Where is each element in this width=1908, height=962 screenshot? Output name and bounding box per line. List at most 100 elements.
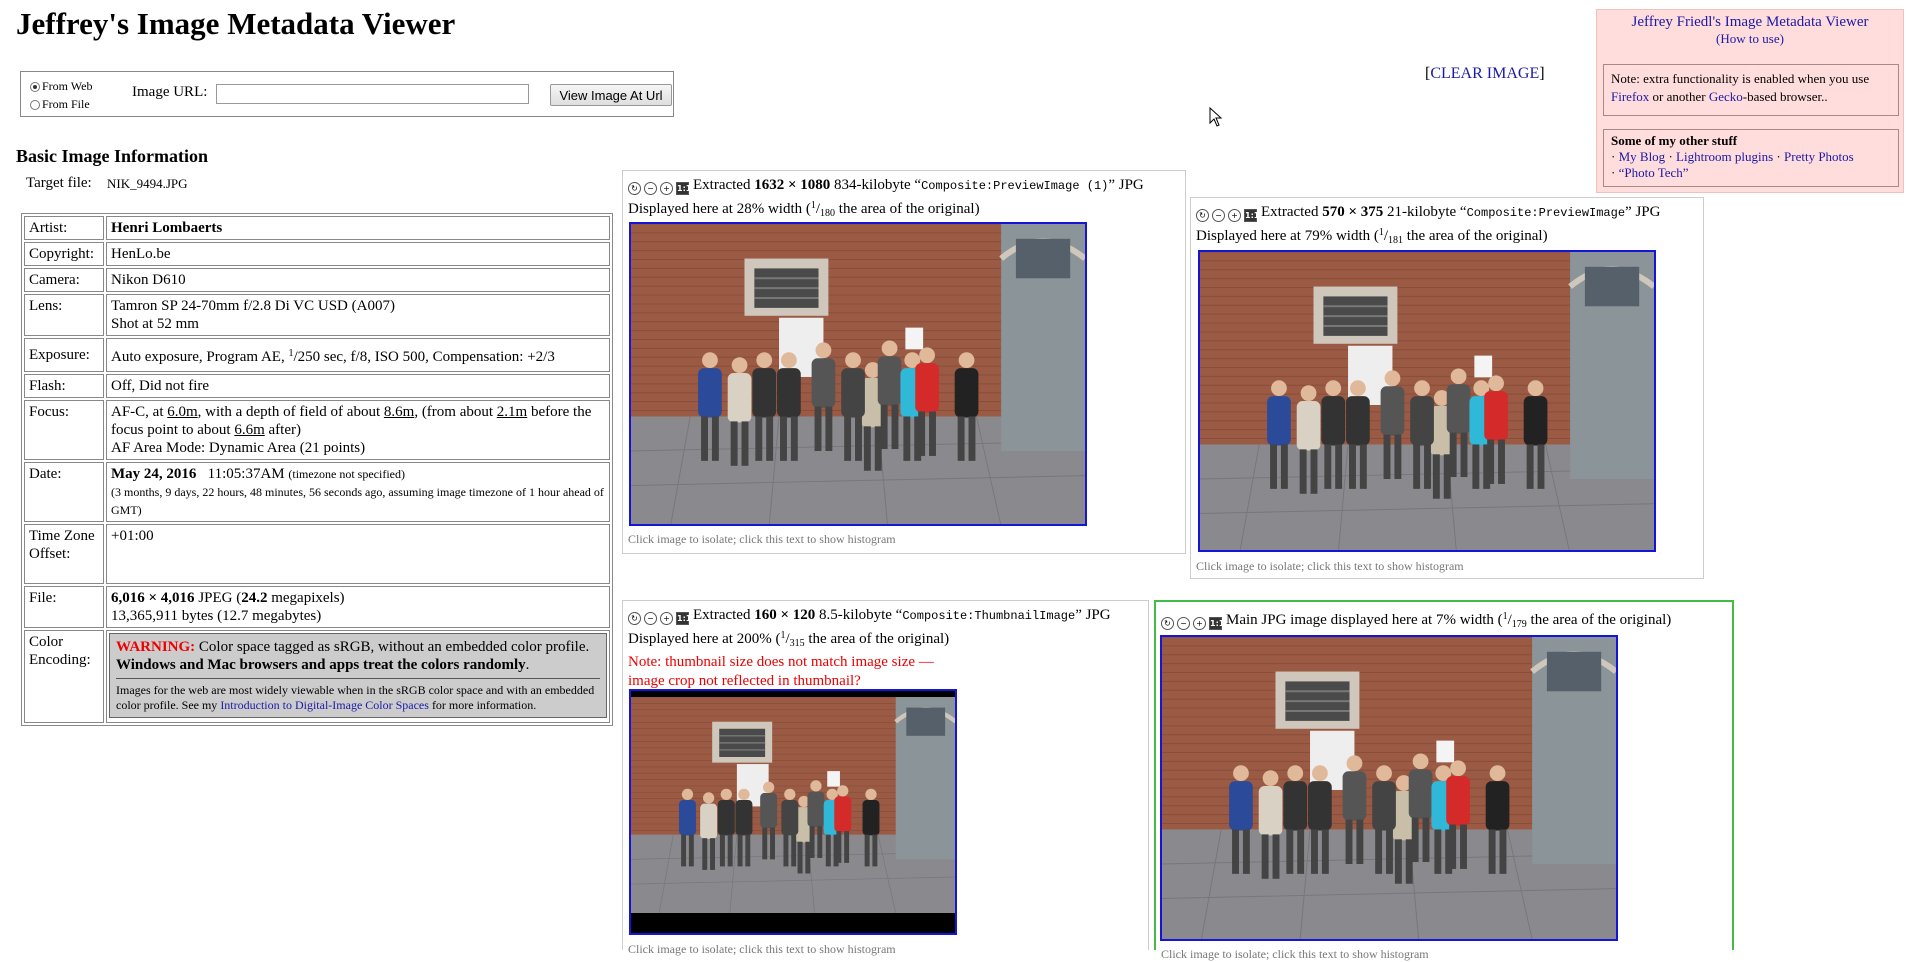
actual-size-icon[interactable]: 1:1 xyxy=(676,612,691,625)
preview-photo[interactable] xyxy=(1198,250,1656,552)
zoom-in-icon[interactable]: + xyxy=(1228,209,1241,222)
clear-image-link-wrap: [CLEAR IMAGE] xyxy=(1425,65,1545,83)
pretty-photos-link[interactable]: Pretty Photos xyxy=(1784,149,1854,164)
separator: · xyxy=(1611,165,1616,180)
fraction-numerator: 1 xyxy=(1378,227,1384,238)
image-type: ” JPG xyxy=(1108,177,1144,193)
color-spaces-link[interactable]: Introduction to Digital-Image Color Spac… xyxy=(220,698,429,712)
table-row: Camera: Nikon D610 xyxy=(24,268,610,292)
image-size: 834-kilobyte “ xyxy=(830,177,922,193)
radio-empty-icon[interactable] xyxy=(30,99,40,110)
group-photo-image xyxy=(1200,252,1654,550)
bracket-close: ] xyxy=(1539,65,1545,82)
basic-info-heading: Basic Image Information xyxy=(16,146,208,166)
artist-value: Henri Lombaerts xyxy=(111,220,223,236)
main-image-panel: ↻ − +1:1 Main JPG image displayed here at 7… xyxy=(1154,600,1734,961)
metadata-table: Artist: Henri Lombaerts Copyright: HenLo.b… xyxy=(21,213,613,726)
preview-image-panel-2: ↻ − +1:1 Extracted 570 × 375 21-kilobyte “C… xyxy=(1190,197,1704,579)
zoom-in-icon[interactable]: + xyxy=(1193,617,1206,630)
file-label: File: xyxy=(24,586,104,628)
table-row: Focus: AF-C, at 6.0m, with a depth of fi… xyxy=(24,400,610,460)
display-area: the area of the original) xyxy=(1403,228,1548,244)
zoom-out-icon[interactable]: − xyxy=(1212,209,1225,222)
image-size: 21-kilobyte “ xyxy=(1383,204,1467,220)
fraction-denominator: 179 xyxy=(1511,619,1527,630)
rotate-icon[interactable]: ↻ xyxy=(1196,209,1209,222)
table-row: Time Zone Offset: +01:00 xyxy=(24,524,610,584)
radio-selected-icon[interactable] xyxy=(30,81,40,92)
main-photo[interactable] xyxy=(1160,635,1618,941)
lightroom-plugins-link[interactable]: Lightroom plugins xyxy=(1676,149,1773,164)
table-row: Exposure: Auto exposure, Program AE, 1/25… xyxy=(24,338,610,372)
flash-label: Flash: xyxy=(24,374,104,398)
other-stuff-box: Some of my other stuff · My Blog · Light… xyxy=(1603,129,1899,187)
gecko-link[interactable]: Gecko xyxy=(1709,89,1743,104)
thumbnail-mismatch-note: Note: thumbnail size does not match imag… xyxy=(628,654,934,689)
extracted-text: Extracted xyxy=(693,607,755,623)
image-size: 8.5-kilobyte “ xyxy=(815,607,903,623)
firefox-link[interactable]: Firefox xyxy=(1611,89,1649,104)
view-image-button[interactable]: View Image At Url xyxy=(550,84,672,106)
extracted-text: Extracted xyxy=(1261,204,1323,220)
photo-tech-link[interactable]: “Photo Tech” xyxy=(1619,165,1689,180)
zoom-out-icon[interactable]: − xyxy=(644,612,657,625)
zoom-out-icon[interactable]: − xyxy=(1177,617,1190,630)
file-bytes: 13,365,911 bytes (12.7 megabytes) xyxy=(111,608,322,624)
zoom-in-icon[interactable]: + xyxy=(660,182,673,195)
zoom-out-icon[interactable]: − xyxy=(644,182,657,195)
group-photo-image xyxy=(631,697,955,913)
from-web-radio[interactable]: From Web xyxy=(30,79,92,94)
fraction-numerator: 1 xyxy=(780,630,786,641)
display-area: the area of the original) xyxy=(804,631,950,647)
near-distance: 2.1m xyxy=(496,404,528,420)
table-row: Artist: Henri Lombaerts xyxy=(24,216,610,240)
from-file-radio[interactable]: From File xyxy=(30,97,90,112)
image-tag: Composite:ThumbnailImage xyxy=(902,609,1076,623)
browser-note: Note: extra functionality is enabled whe… xyxy=(1603,64,1899,116)
file-mp-unit: megapixels) xyxy=(267,590,345,606)
table-row: Copyright: HenLo.be xyxy=(24,242,610,266)
from-web-label: From Web xyxy=(42,79,93,93)
display-scale: Displayed here at 200% ( xyxy=(628,631,781,647)
date-ago: (3 months, 9 days, 22 hours, 48 minutes,… xyxy=(111,485,604,517)
thumbnail-photo[interactable] xyxy=(629,689,957,935)
target-file-label: Target file: xyxy=(26,175,92,191)
histogram-caption[interactable]: Click image to isolate; click this text … xyxy=(628,532,896,547)
histogram-caption[interactable]: Click image to isolate; click this text … xyxy=(1196,559,1464,574)
from-file-label: From File xyxy=(42,97,90,111)
preview-photo[interactable] xyxy=(629,222,1087,526)
actual-size-icon[interactable]: 1:1 xyxy=(676,182,691,195)
actual-size-icon[interactable]: 1:1 xyxy=(1209,617,1224,630)
my-blog-link[interactable]: My Blog xyxy=(1619,149,1666,164)
group-photo-image xyxy=(631,224,1085,524)
rotate-icon[interactable]: ↻ xyxy=(628,182,641,195)
rotate-icon[interactable]: ↻ xyxy=(1161,617,1174,630)
histogram-caption[interactable]: Click image to isolate; click this text … xyxy=(1161,947,1429,962)
preview-image-panel-1: ↻ − +1:1 Extracted 1632 × 1080 834-kilobyte… xyxy=(622,170,1186,554)
table-row: Date: May 24, 2016 11:05:37AM (timezone … xyxy=(24,462,610,522)
display-scale: Displayed here at 79% width ( xyxy=(1196,228,1379,244)
focus-distance: 6.0m xyxy=(167,404,198,420)
main-display-scale: Main JPG image displayed here at 7% widt… xyxy=(1226,612,1503,628)
color-space-note-end: for more information. xyxy=(428,698,537,712)
side-panel: Jeffrey Friedl's Image Metadata Viewer (… xyxy=(1596,9,1904,193)
actual-size-icon[interactable]: 1:1 xyxy=(1244,209,1259,222)
fraction-denominator: 180 xyxy=(820,208,836,219)
file-megapixels: 24.2 xyxy=(241,590,268,606)
how-to-use-link[interactable]: (How to use) xyxy=(1716,31,1784,46)
focus-text: AF-C, at xyxy=(111,404,168,420)
focus-text: after) xyxy=(264,422,301,438)
separator: · xyxy=(1776,149,1781,164)
zoom-in-icon[interactable]: + xyxy=(660,612,673,625)
image-url-input[interactable] xyxy=(216,84,529,104)
table-row: Flash: Off, Did not fire xyxy=(24,374,610,398)
af-area-mode: AF Area Mode: Dynamic Area (21 points) xyxy=(111,440,366,456)
separator: · xyxy=(1668,149,1673,164)
group-photo-image xyxy=(1162,637,1616,939)
date-day: May 24, 2016 xyxy=(111,466,197,482)
rotate-icon[interactable]: ↻ xyxy=(628,612,641,625)
exposure-value-rest: /250 sec, f/8, ISO 500, Compensation: +2… xyxy=(293,349,555,365)
fraction-denominator: 315 xyxy=(789,638,805,649)
clear-image-link[interactable]: CLEAR IMAGE xyxy=(1430,65,1539,82)
display-area: the area of the original) xyxy=(1526,612,1672,628)
